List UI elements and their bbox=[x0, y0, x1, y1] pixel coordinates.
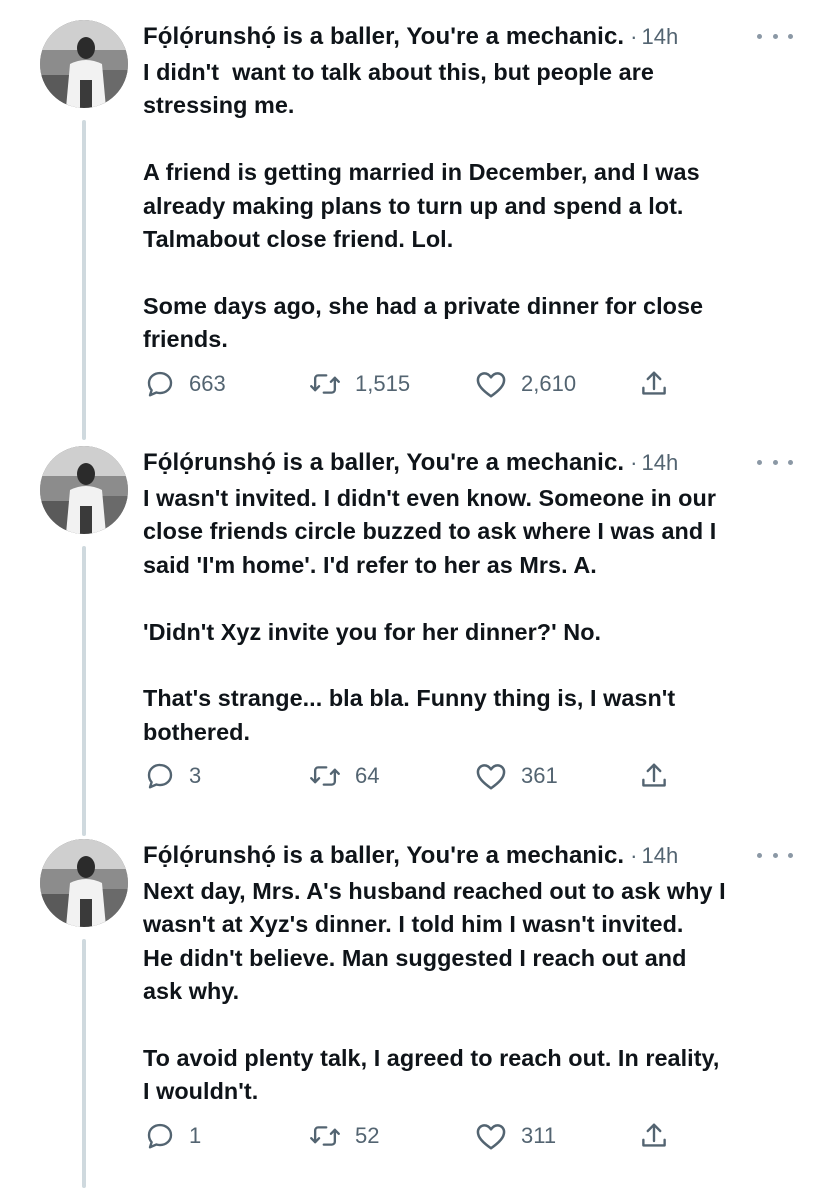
share-icon bbox=[642, 763, 666, 787]
like-count: 311 bbox=[521, 1123, 557, 1148]
retweet-icon bbox=[310, 766, 340, 786]
author-name[interactable]: Fọ́lọ́runshọ́ is a baller, You're a mech… bbox=[143, 449, 624, 477]
share-button[interactable] bbox=[639, 1116, 669, 1156]
retweet-count: 1,515 bbox=[355, 371, 411, 396]
tweet-text: I wasn't invited. I didn't even know. So… bbox=[143, 482, 803, 749]
tweet-text: Next day, Mrs. A's husband reached out t… bbox=[143, 875, 803, 1109]
reply-button[interactable]: 663 bbox=[145, 364, 226, 404]
reply-count: 3 bbox=[189, 763, 202, 788]
like-button[interactable]: 361 bbox=[475, 756, 558, 796]
tweet-header: Fọ́lọ́runshọ́ is a baller, You're a mech… bbox=[143, 446, 793, 480]
retweet-button[interactable]: 64 bbox=[309, 756, 379, 796]
tweet-paragraph: I wasn't invited. I didn't even know. So… bbox=[143, 485, 717, 578]
timestamp[interactable]: 14h bbox=[642, 843, 679, 869]
tweet-paragraph: That's strange... bla bla. Funny thing i… bbox=[143, 685, 676, 745]
like-icon bbox=[476, 1124, 506, 1150]
retweet-button[interactable]: 52 bbox=[309, 1116, 379, 1156]
separator-dot: · bbox=[630, 450, 638, 475]
tweet-paragraph: To avoid plenty talk, I agreed to reach … bbox=[143, 1045, 720, 1105]
share-button[interactable] bbox=[639, 364, 669, 404]
tweet-paragraph: Next day, Mrs. A's husband reached out t… bbox=[143, 878, 726, 1005]
share-icon bbox=[642, 1123, 666, 1147]
tweet[interactable]: Fọ́lọ́runshọ́ is a baller, You're a mech… bbox=[0, 839, 828, 1188]
tweet-paragraph: 'Didn't Xyz invite you for her dinner?' … bbox=[143, 618, 602, 645]
like-button[interactable]: 311 bbox=[475, 1116, 556, 1156]
timestamp[interactable]: 14h bbox=[642, 24, 679, 50]
avatar[interactable] bbox=[40, 446, 128, 534]
reply-count: 663 bbox=[189, 371, 226, 396]
action-bar: 3 64 361 bbox=[143, 756, 703, 796]
reply-icon bbox=[147, 763, 173, 789]
like-icon bbox=[476, 764, 506, 790]
tweet[interactable]: Fọ́lọ́runshọ́ is a baller, You're a mech… bbox=[0, 446, 828, 836]
avatar-photo bbox=[40, 20, 128, 108]
tweet-paragraph: Some days ago, she had a private dinner … bbox=[143, 292, 704, 353]
action-bar: 663 1,515 2,610 bbox=[143, 364, 703, 404]
tweet-text: I didn't want to talk about this, but pe… bbox=[143, 56, 803, 357]
author-name[interactable]: Fọ́lọ́runshọ́ is a baller, You're a mech… bbox=[143, 842, 624, 870]
tweet-paragraph: A friend is getting married in December,… bbox=[143, 159, 700, 253]
avatar-photo bbox=[40, 839, 128, 927]
timestamp[interactable]: 14h bbox=[642, 450, 679, 476]
reply-count: 1 bbox=[189, 1123, 202, 1148]
like-icon bbox=[476, 372, 506, 398]
action-bar: 1 52 311 bbox=[143, 1116, 703, 1156]
avatar[interactable] bbox=[40, 839, 128, 927]
share-icon bbox=[642, 371, 666, 395]
more-icon[interactable] bbox=[757, 26, 793, 46]
reply-button[interactable]: 3 bbox=[145, 756, 201, 796]
avatar[interactable] bbox=[40, 20, 128, 108]
like-count: 2,610 bbox=[521, 371, 577, 396]
retweet-count: 52 bbox=[355, 1123, 380, 1148]
reply-icon bbox=[147, 1123, 173, 1149]
avatar-photo bbox=[40, 446, 128, 534]
thread-line bbox=[82, 120, 86, 440]
like-count: 361 bbox=[521, 763, 558, 788]
tweet-paragraph: I didn't want to talk about this, but pe… bbox=[143, 59, 654, 119]
thread-line bbox=[82, 939, 86, 1188]
tweet[interactable]: Fọ́lọ́runshọ́ is a baller, You're a mech… bbox=[0, 20, 828, 440]
share-button[interactable] bbox=[639, 756, 669, 796]
reply-icon bbox=[147, 371, 173, 397]
separator-dot: · bbox=[630, 843, 638, 868]
tweet-header: Fọ́lọ́runshọ́ is a baller, You're a mech… bbox=[143, 20, 793, 54]
retweet-button[interactable]: 1,515 bbox=[309, 364, 410, 404]
like-button[interactable]: 2,610 bbox=[475, 364, 576, 404]
retweet-icon bbox=[310, 374, 340, 394]
retweet-icon bbox=[310, 1126, 340, 1146]
thread: Fọ́lọ́runshọ́ is a baller, You're a mech… bbox=[0, 0, 828, 1188]
retweet-count: 64 bbox=[355, 763, 380, 788]
tweet-header: Fọ́lọ́runshọ́ is a baller, You're a mech… bbox=[143, 839, 793, 873]
thread-line bbox=[82, 546, 86, 836]
more-icon[interactable] bbox=[757, 452, 793, 472]
more-icon[interactable] bbox=[757, 845, 793, 865]
reply-button[interactable]: 1 bbox=[145, 1116, 201, 1156]
author-name[interactable]: Fọ́lọ́runshọ́ is a baller, You're a mech… bbox=[143, 23, 624, 51]
separator-dot: · bbox=[630, 24, 638, 49]
